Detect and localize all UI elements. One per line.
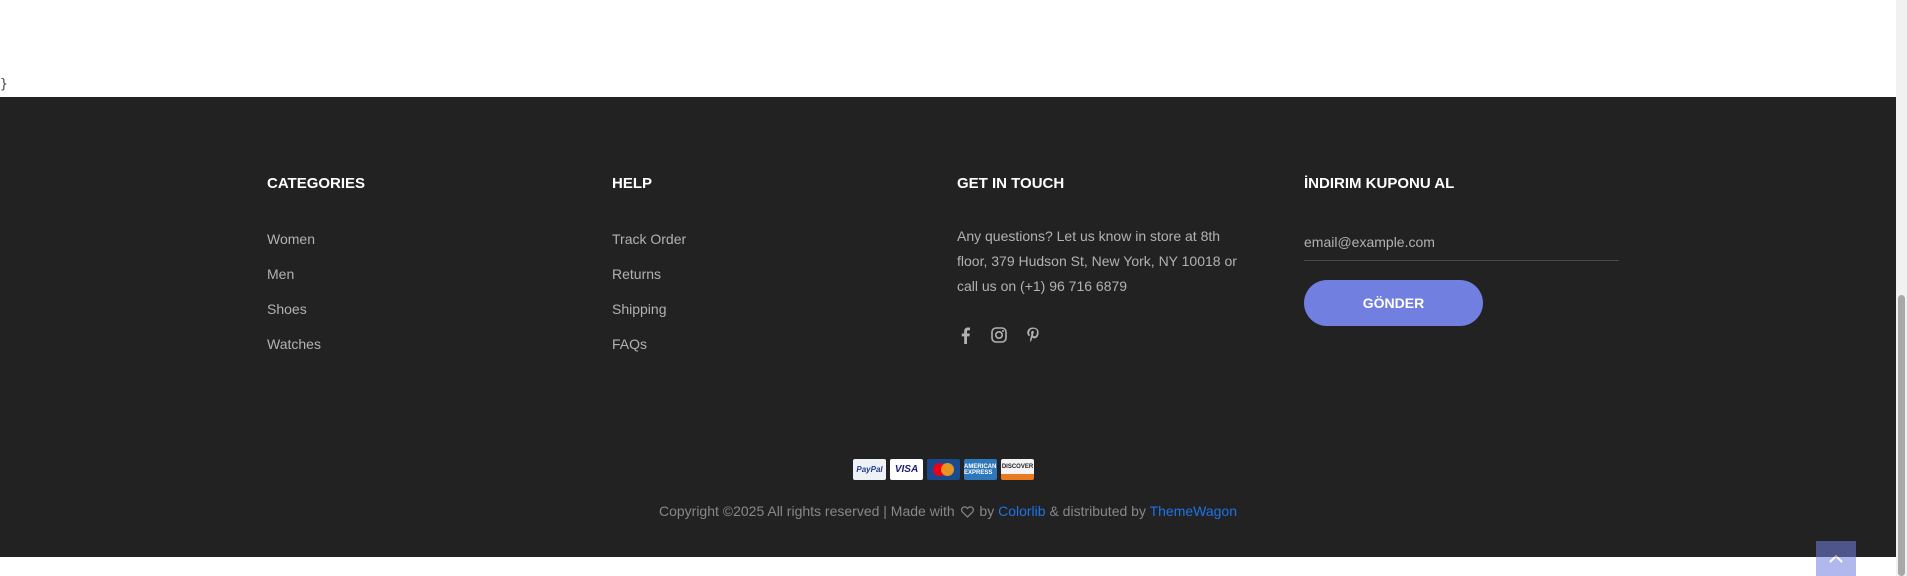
colorlib-link[interactable]: Colorlib — [998, 503, 1045, 519]
footer-link-track-order[interactable]: Track Order — [612, 224, 686, 259]
themewagon-link[interactable]: ThemeWagon — [1150, 503, 1237, 519]
footer-link-shipping[interactable]: Shipping — [612, 294, 686, 329]
categories-heading: CATEGORIES — [267, 175, 366, 192]
contact-text: Any questions? Let us know in store at 8… — [957, 228, 1237, 294]
footer-link-men[interactable]: Men — [267, 259, 365, 294]
heart-icon — [960, 503, 974, 523]
facebook-icon[interactable] — [957, 325, 973, 345]
paypal-icon: PayPal — [853, 459, 886, 480]
social-links — [957, 325, 1247, 345]
visa-icon: VISA — [890, 459, 923, 480]
chevron-up-icon — [1829, 550, 1843, 568]
scrollbar-thumb[interactable] — [1898, 295, 1905, 576]
footer-help: HELP Track Order Returns Shipping FAQs — [612, 172, 686, 364]
instagram-icon[interactable] — [991, 325, 1007, 345]
footer-link-women[interactable]: Women — [267, 224, 365, 259]
copyright-prefix: Copyright ©2025 All rights reserved | Ma… — [658, 503, 955, 519]
stray-text: } — [0, 77, 8, 92]
footer-categories: CATEGORIES Women Men Shoes Watches — [267, 172, 365, 364]
footer-link-shoes[interactable]: Shoes — [267, 294, 365, 329]
pinterest-icon[interactable] — [1025, 325, 1041, 345]
payment-methods: PayPal VISA AMERICAN EXPRESS DISCOVER — [853, 459, 1034, 480]
footer-link-watches[interactable]: Watches — [267, 329, 365, 364]
categories-list: Women Men Shoes Watches — [267, 224, 365, 364]
help-list: Track Order Returns Shipping FAQs — [612, 224, 686, 364]
discover-icon: DISCOVER — [1001, 459, 1034, 480]
page-content-area — [0, 0, 1896, 97]
copyright-by: by — [979, 503, 995, 519]
help-heading: HELP — [612, 175, 653, 192]
newsletter-heading: İNDIRIM KUPONU AL — [1304, 175, 1455, 192]
footer-link-returns[interactable]: Returns — [612, 259, 686, 294]
amex-icon: AMERICAN EXPRESS — [964, 459, 997, 480]
email-input[interactable] — [1304, 224, 1619, 261]
subscribe-button[interactable]: GÖNDER — [1304, 280, 1483, 326]
footer-link-faqs[interactable]: FAQs — [612, 329, 686, 364]
copyright-distributed: & distributed by — [1049, 503, 1146, 519]
footer-newsletter: İNDIRIM KUPONU AL GÖNDER — [1304, 172, 1619, 326]
page-bottom-area — [0, 557, 1896, 576]
copyright: Copyright ©2025 All rights reserved | Ma… — [0, 501, 1896, 523]
back-to-top-button[interactable] — [1816, 541, 1856, 576]
footer-contact: GET IN TOUCH Any questions? Let us know … — [957, 172, 1247, 345]
contact-heading: GET IN TOUCH — [957, 175, 1065, 192]
mastercard-icon — [927, 459, 960, 480]
